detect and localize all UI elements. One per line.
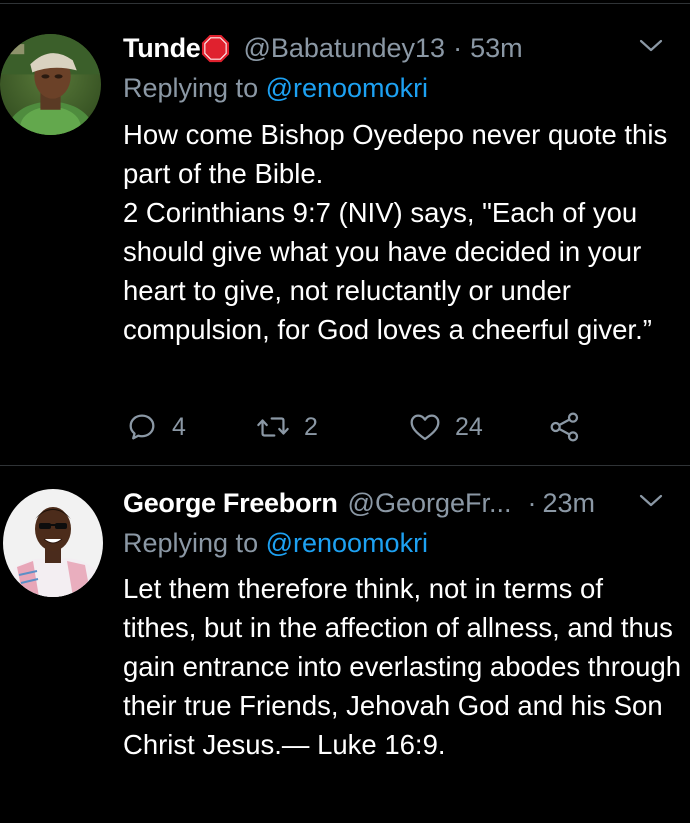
- stop-sign-emoji-icon: [200, 33, 231, 64]
- avatar-image: [0, 34, 101, 135]
- mention-link[interactable]: @renoomokri: [266, 73, 428, 103]
- mention-link[interactable]: @renoomokri: [266, 528, 428, 558]
- retweet-button[interactable]: 2: [256, 405, 318, 449]
- separator-dot: ·: [527, 487, 537, 518]
- timestamp[interactable]: 23m: [543, 488, 596, 519]
- share-button[interactable]: [549, 405, 581, 449]
- tweet-actions: 4 2 24: [126, 405, 596, 449]
- avatar[interactable]: [0, 34, 101, 135]
- retweet-count: 2: [304, 412, 318, 441]
- replying-prefix: Replying to: [123, 528, 266, 558]
- avatar[interactable]: [3, 489, 103, 597]
- like-count: 24: [455, 412, 483, 441]
- tweet-header: Tunde @Babatundey13 · 53m: [123, 28, 523, 68]
- share-icon: [549, 411, 581, 443]
- separator-dot: ·: [453, 32, 463, 63]
- timestamp[interactable]: 53m: [470, 33, 523, 64]
- like-button[interactable]: 24: [409, 405, 483, 449]
- replying-to: Replying to @renoomokri: [123, 73, 428, 104]
- display-name[interactable]: George Freeborn: [123, 488, 338, 519]
- user-handle[interactable]: @GeorgeFr...: [348, 488, 512, 519]
- tweet-text: Let them therefore think, not in terms o…: [123, 573, 682, 760]
- avatar-image: [3, 489, 103, 597]
- tweet-text: How come Bishop Oyedepo never quote this…: [123, 119, 668, 345]
- tweet-header: George Freeborn @GeorgeFr... · 23m: [123, 483, 595, 523]
- reply-button[interactable]: 4: [126, 405, 186, 449]
- chevron-down-icon[interactable]: [639, 38, 663, 54]
- chevron-down-icon[interactable]: [639, 493, 663, 509]
- user-handle[interactable]: @Babatundey13: [243, 33, 445, 64]
- tweet[interactable]: George Freeborn @GeorgeFr... · 23m Reply…: [0, 466, 690, 823]
- reply-count: 4: [172, 412, 186, 441]
- replying-prefix: Replying to: [123, 73, 266, 103]
- tweet[interactable]: Tunde @Babatundey13 · 53m Replying to @r…: [0, 0, 690, 465]
- replying-to: Replying to @renoomokri: [123, 528, 428, 559]
- display-name[interactable]: Tunde: [123, 33, 201, 64]
- like-icon: [409, 412, 441, 442]
- reply-icon: [126, 411, 158, 443]
- retweet-icon: [256, 411, 290, 443]
